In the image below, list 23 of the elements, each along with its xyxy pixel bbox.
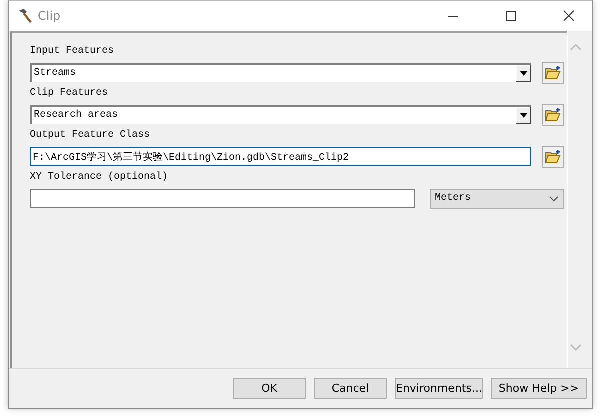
dialog-button[interactable]: Cancel bbox=[314, 378, 387, 399]
browse-button[interactable] bbox=[542, 146, 564, 168]
field-label: Input Features bbox=[30, 45, 114, 59]
field-label: XY Tolerance (optional) bbox=[30, 171, 168, 185]
input-field[interactable] bbox=[30, 189, 415, 208]
window-title: Clip bbox=[38, 9, 61, 23]
maximize-icon[interactable] bbox=[505, 10, 517, 22]
dialog-button[interactable]: Show Help >> bbox=[491, 378, 587, 399]
chevron-down-icon[interactable] bbox=[549, 196, 559, 202]
dropdown-field[interactable]: Research areas bbox=[30, 105, 531, 124]
field-label: Clip Features bbox=[30, 87, 108, 101]
folder-icon bbox=[545, 150, 561, 164]
dialog-button[interactable]: OK bbox=[233, 378, 306, 399]
browse-button[interactable] bbox=[542, 104, 564, 126]
dropdown-field[interactable]: Streams bbox=[30, 63, 531, 82]
field-label: Output Feature Class bbox=[30, 129, 150, 143]
browse-button[interactable] bbox=[542, 62, 564, 84]
input-field[interactable]: F:\ArcGIS学习\第三节实验\Editing\Zion.gdb\Streams_Clip2 bbox=[30, 147, 531, 166]
units-dropdown[interactable]: Meters bbox=[430, 188, 564, 208]
folder-icon bbox=[545, 66, 561, 80]
close-icon[interactable] bbox=[563, 10, 575, 22]
folder-icon bbox=[545, 108, 561, 122]
dialog-button[interactable]: Environments... bbox=[395, 378, 483, 399]
